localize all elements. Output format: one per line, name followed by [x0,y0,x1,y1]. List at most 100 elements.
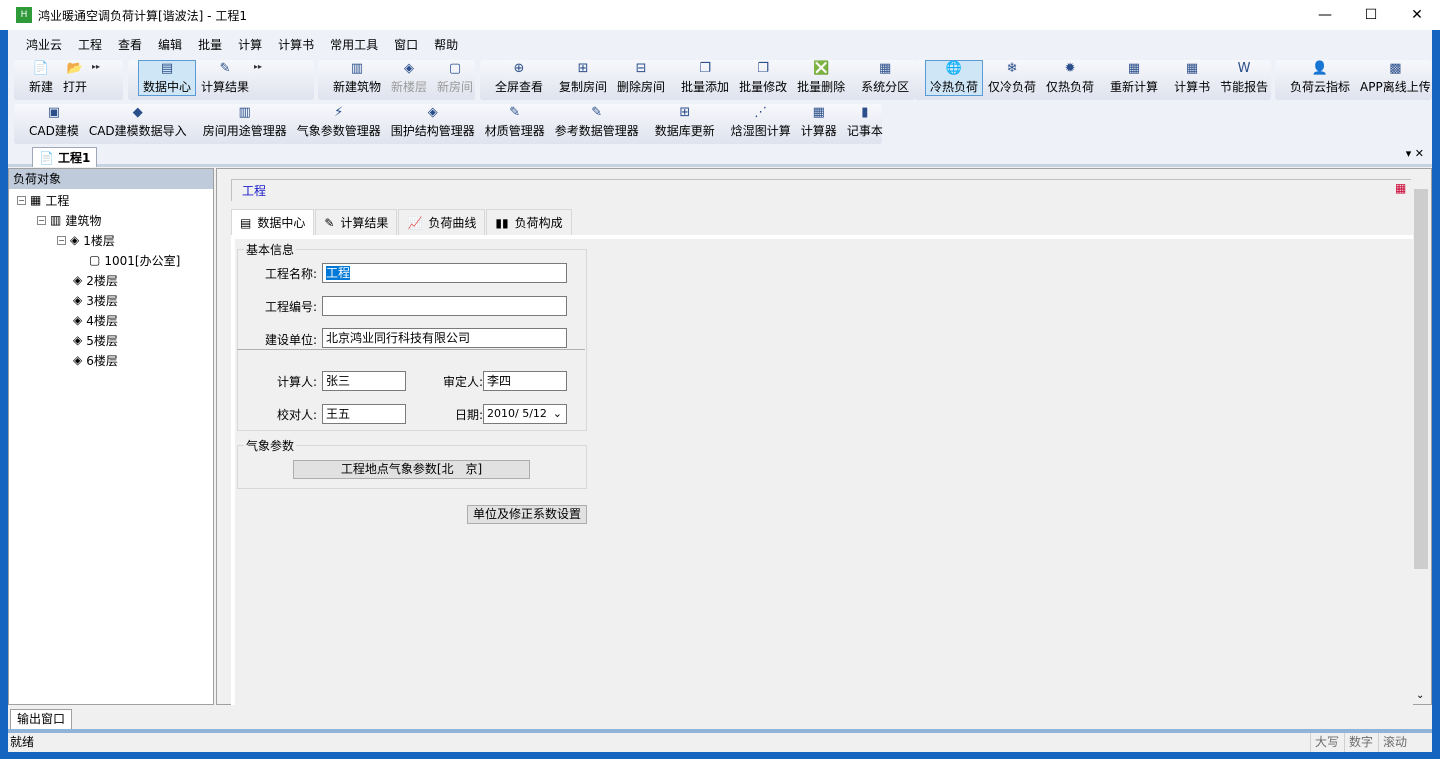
toolbar-room: ⊕ 全屏查看 ⊞ 复制房间 ⊟ 删除房间 ❐ 批量添加 ❐ 批量修改 ❎ 批量删除 ▦ 系统分区 [480,60,915,100]
unit-settings-button[interactable]: 单位及修正系数设置 [467,505,587,524]
tree-node-label: 2楼层 [86,273,118,288]
toolbar-button[interactable]: ✎ 材质管理器 [480,104,550,140]
toolbar-button[interactable]: ✎ 计算结果 [196,60,254,96]
toolbar-button[interactable]: ▦ 重新计算 [1105,60,1163,96]
toolbar-button[interactable]: ⊕ 全屏查看 [490,60,548,96]
toolbar-overflow-icon[interactable]: ▸▸ [254,60,264,96]
checker-input[interactable]: 王五 [322,404,406,424]
minimize-button[interactable]: — [1302,0,1348,30]
menu-item[interactable]: 帮助 [434,36,458,53]
toolbar-button[interactable]: W 节能报告 [1215,60,1273,96]
toolbar-button[interactable]: ◈ 新楼层 [386,60,432,96]
tree-node[interactable]: − ◈ 1楼层 [57,231,115,249]
collapse-icon[interactable]: − [37,215,46,225]
toolbar-button[interactable]: ▦ 计算书 [1169,60,1215,96]
toolbar-button[interactable]: ❎ 批量删除 [792,60,850,96]
tree-node[interactable]: − ▥ 建筑物 [37,211,101,229]
project-name-input[interactable]: 工程 [322,263,567,283]
toolbar-icon: ▤ [160,61,174,76]
tab[interactable]: ▤ 数据中心 [231,209,315,235]
tree-node[interactable]: ◈ 5楼层 [73,331,118,349]
toolbar-button[interactable]: ◈ 围护结构管理器 [386,104,480,140]
toolbar-button[interactable]: 📄 新建 [24,60,58,96]
weather-params-button[interactable]: 工程地点气象参数[北 京] [293,460,530,479]
tree-node[interactable]: ◈ 6楼层 [73,351,118,369]
toolbar-button[interactable]: ❐ 批量添加 [676,60,734,96]
toolbar-button[interactable]: ✎ 参考数据管理器 [550,104,644,140]
toolbar-button[interactable]: ❄ 仅冷负荷 [983,60,1041,96]
document-tab-label: 工程1 [57,151,91,165]
date-picker[interactable]: 2010/ 5/12 ⌄ [483,404,567,424]
toolbar-button-label: 新建 [29,80,54,94]
menu-item[interactable]: 批量 [198,36,222,53]
scrollbar-thumb[interactable] [1414,189,1428,569]
toolbar-icon: ◈ [427,105,438,120]
toolbar-button[interactable]: ▢ 新房间 [432,60,478,96]
project-code-input[interactable] [322,296,567,316]
date-value: 2010/ 5/12 [487,407,547,420]
toolbar-button-label: 新楼层 [391,80,428,94]
toolbar-button[interactable]: ▥ 新建筑物 [328,60,386,96]
output-window-tab[interactable]: 输出窗口 [10,709,73,730]
menu-item[interactable]: 鸿业云 [26,36,62,53]
tree-node[interactable]: ◈ 3楼层 [73,291,118,309]
toolbar-button[interactable]: ⊟ 删除房间 [612,60,670,96]
menu-item[interactable]: 编辑 [158,36,182,53]
toolbar-button[interactable]: ⊞ 复制房间 [554,60,612,96]
toolbar-button[interactable]: ▦ 计算器 [796,104,842,140]
vertical-scrollbar[interactable]: ⌄ [1413,181,1429,703]
toolbar-button-label: APP离线上传 [1360,80,1431,94]
toolbar-button-label: 仅热负荷 [1046,80,1095,94]
scroll-down-icon[interactable]: ⌄ [1416,690,1424,701]
collapse-icon[interactable]: − [57,235,66,245]
menu-item[interactable]: 窗口 [394,36,418,53]
toolbar-button[interactable]: ✹ 仅热负荷 [1041,60,1099,96]
data-center-panel: 基本信息 工程名称: 工程 工程编号: 建设单位: 北京鸿业同行科技有限公司 计… [231,235,1413,705]
document-tab-strip: 📄 工程1 ▾ ✕ [8,145,1432,167]
toolbar-button-label: 计算结果 [201,80,250,94]
toolbar-button[interactable]: 📂 打开 [58,60,92,96]
tree-node[interactable]: ◈ 4楼层 [73,311,118,329]
close-button[interactable]: ✕ [1394,0,1440,30]
tab[interactable]: ✎ 计算结果 [315,209,398,235]
tree-node[interactable]: ◈ 2楼层 [73,271,118,289]
toolbar-button[interactable]: ▮ 记事本 [842,104,888,140]
menu-item[interactable]: 工程 [78,36,102,53]
tab[interactable]: ▮▮ 负荷构成 [486,209,572,235]
tree-node-label: 建筑物 [65,213,102,228]
menu-item[interactable]: 计算书 [278,36,314,53]
toolbar-button[interactable]: ▦ 系统分区 [856,60,914,96]
tab-menu-icon[interactable]: ▾ ✕ [1406,147,1424,160]
toolbar-button[interactable]: ❐ 批量修改 [734,60,792,96]
toolbar-button[interactable]: ▩ APP离线上传 [1355,60,1436,96]
toolbar-button[interactable]: ▥ 房间用途管理器 [198,104,292,140]
construction-unit-input[interactable]: 北京鸿业同行科技有限公司 [322,328,567,348]
toolbar-icon: ▢ [448,61,462,76]
menu-item[interactable]: 查看 [118,36,142,53]
toolbar-button[interactable]: ▣ CAD建模 [24,104,84,140]
toolbar-button[interactable]: 👤 负荷云指标 [1285,60,1355,96]
collapse-icon[interactable]: − [17,195,26,205]
menu-item[interactable]: 常用工具 [330,36,378,53]
toolbar-button-label: 冷热负荷 [930,80,979,94]
toolbar-button[interactable]: ⚡ 气象参数管理器 [292,104,386,140]
toolbar-button[interactable]: ◆ CAD建模数据导入 [84,104,192,140]
maximize-button[interactable]: ☐ [1348,0,1394,30]
toolbar-button-label: 新建筑物 [333,80,382,94]
toolbar-button-label: 重新计算 [1110,80,1159,94]
tree-node[interactable]: ▢ 1001[办公室] [89,251,180,269]
toolbar-button[interactable]: 🌐 冷热负荷 [925,60,984,96]
toolbar-button[interactable]: ⋰ 焓湿图计算 [726,104,796,140]
app-icon: H [16,7,32,23]
structure-icon[interactable]: ▦ [1395,181,1406,195]
toolbar-overflow-icon[interactable]: ▸▸ [92,60,102,96]
approver-input[interactable]: 李四 [483,371,567,391]
toolbar-button[interactable]: ⊞ 数据库更新 [650,104,720,140]
menu-item[interactable]: 计算 [238,36,262,53]
calculator-input[interactable]: 张三 [322,371,406,391]
toolbar-button-label: 焓湿图计算 [730,124,791,138]
toolbar-button[interactable]: ▤ 数据中心 [138,60,197,96]
document-tab[interactable]: 📄 工程1 [32,147,98,167]
tab[interactable]: 📈 负荷曲线 [398,209,486,235]
tree-node[interactable]: − ▦ 工程 [17,191,69,209]
